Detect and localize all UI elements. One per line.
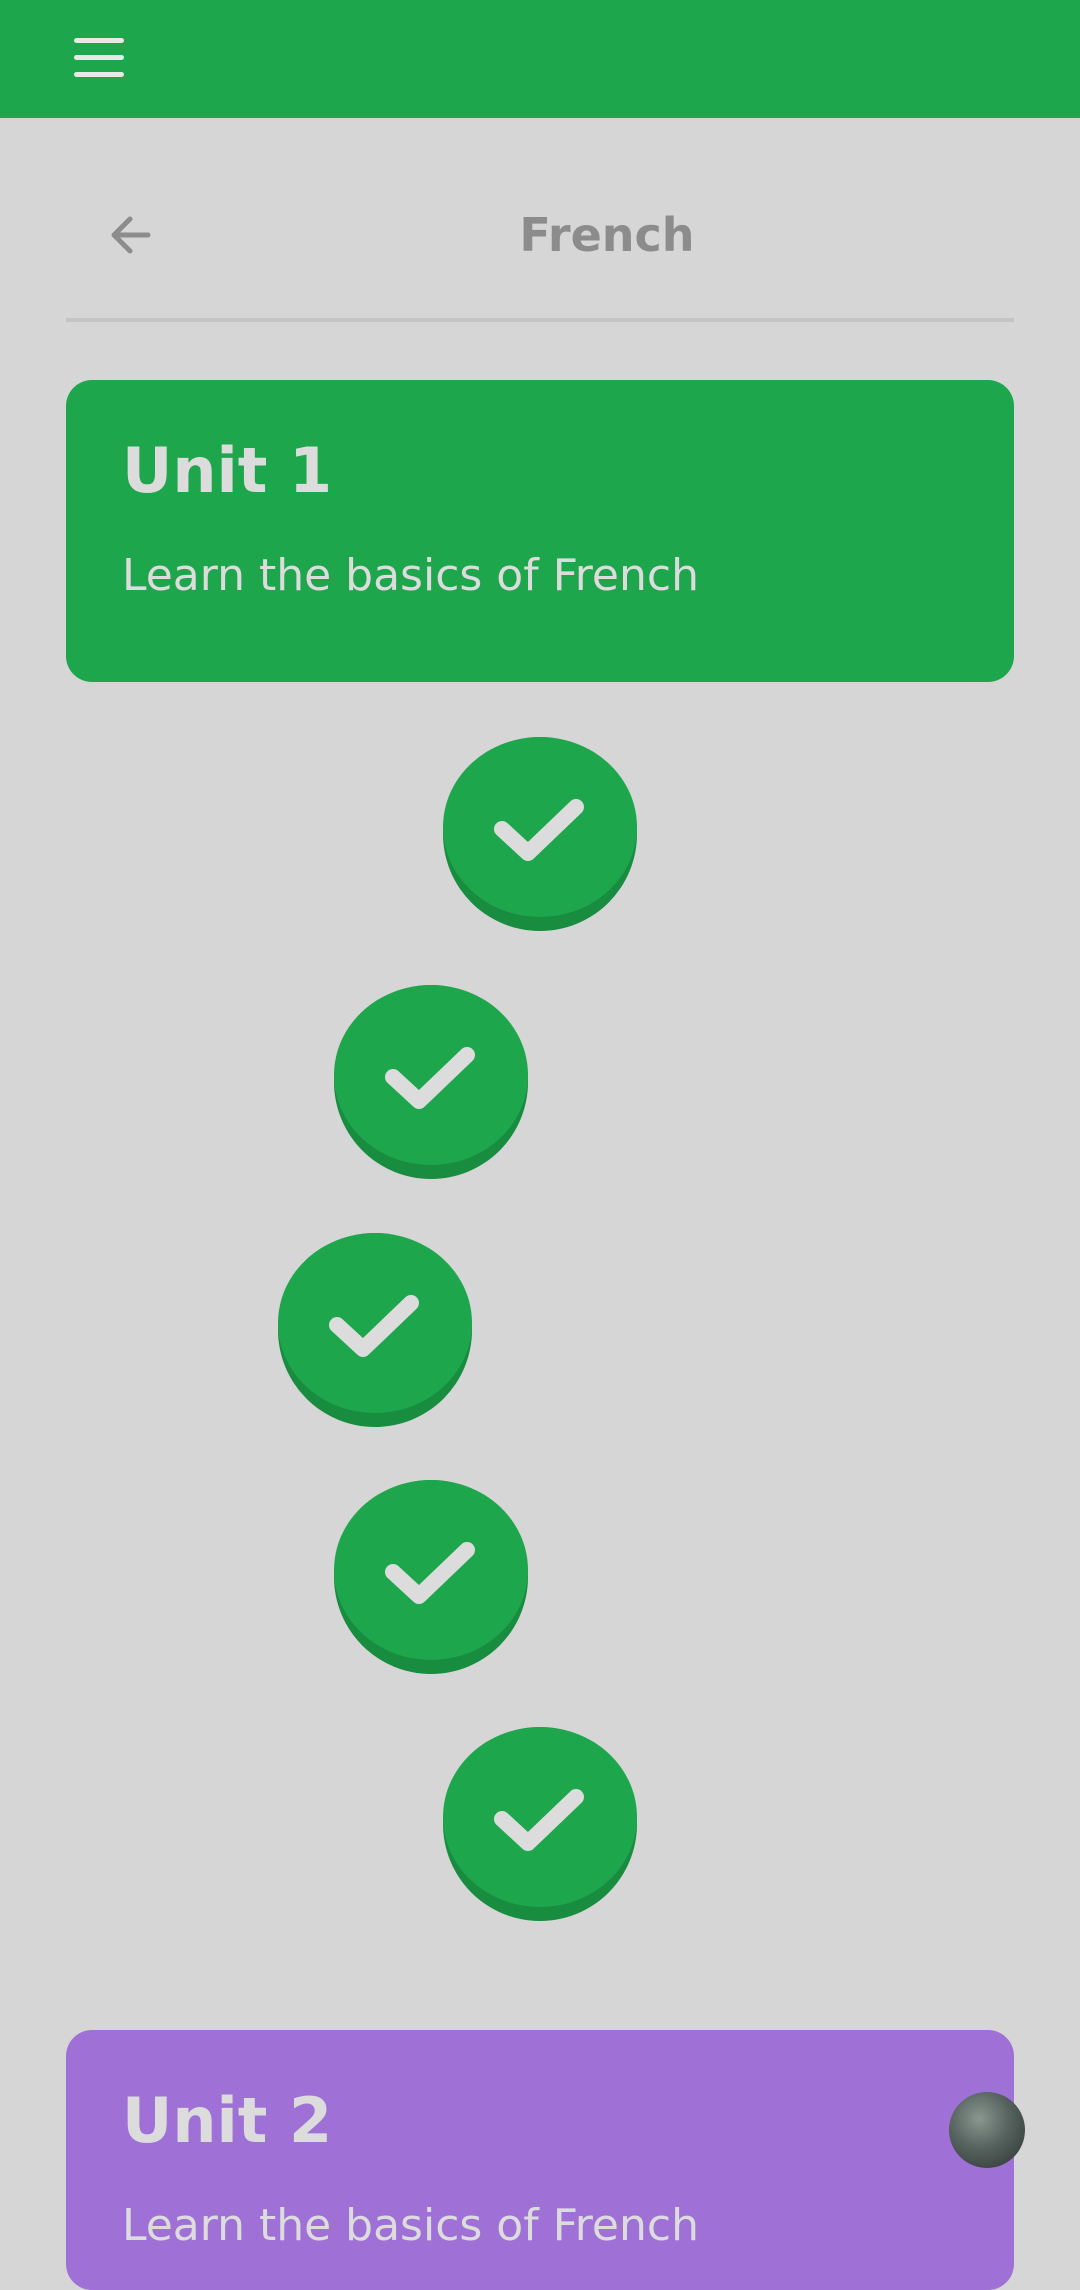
checkmark-icon: [494, 1789, 584, 1851]
avatar-icon[interactable]: [949, 2092, 1025, 2168]
lesson-node-1[interactable]: [443, 737, 637, 931]
lesson-node-3[interactable]: [278, 1233, 472, 1427]
unit-card-2[interactable]: Unit 2 Learn the basics of French: [66, 2030, 1014, 2290]
checkmark-icon: [385, 1542, 475, 1604]
hamburger-menu-icon[interactable]: [70, 30, 128, 88]
lesson-node-2[interactable]: [334, 985, 528, 1179]
checkmark-icon: [494, 799, 584, 861]
unit-title: Unit 2: [122, 2084, 333, 2157]
unit-title: Unit 1: [122, 434, 333, 507]
lesson-node-4[interactable]: [334, 1480, 528, 1674]
course-header: French: [66, 170, 1014, 320]
page-title: French: [519, 208, 695, 262]
checkmark-icon: [329, 1295, 419, 1357]
lesson-node-5[interactable]: [443, 1727, 637, 1921]
unit-description: Learn the basics of French: [122, 550, 699, 601]
unit-description: Learn the basics of French: [122, 2200, 699, 2251]
top-app-bar: [0, 0, 1080, 118]
unit-card-1[interactable]: Unit 1 Learn the basics of French: [66, 380, 1014, 682]
header-divider: [66, 318, 1014, 322]
checkmark-icon: [385, 1047, 475, 1109]
